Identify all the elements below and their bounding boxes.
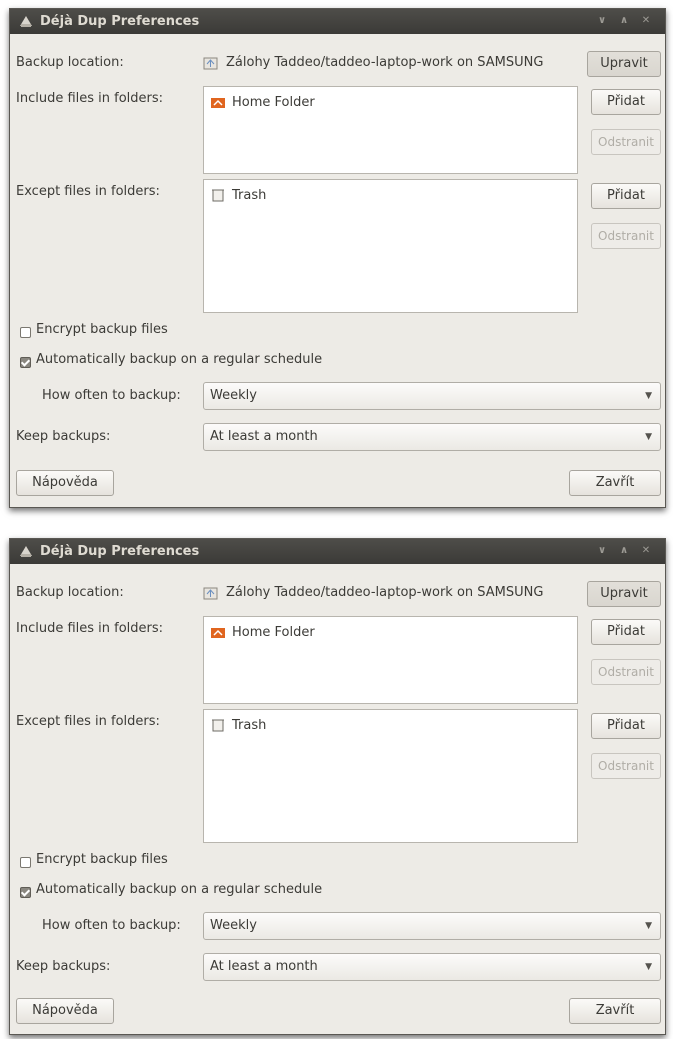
except-remove-button[interactable]: Odstranit [591, 753, 661, 779]
list-item[interactable]: Trash [210, 716, 266, 734]
how-often-combo[interactable]: Weekly ▼ [203, 382, 661, 410]
home-folder-icon [211, 98, 225, 108]
keep-backups-value: At least a month [210, 959, 318, 974]
keep-backups-value: At least a month [210, 429, 318, 444]
list-item[interactable]: Trash [210, 186, 266, 204]
except-folders-label: Except files in folders: [16, 184, 160, 199]
home-folder-icon [211, 628, 225, 638]
list-item-label: Trash [232, 187, 267, 203]
except-add-button[interactable]: Přidat [591, 183, 661, 209]
preferences-window: Déjà Dup Preferences ∨ ∧ ✕ Backup locati… [9, 8, 666, 508]
encrypt-checkbox[interactable] [20, 857, 31, 868]
how-often-label: How often to backup: [42, 388, 181, 403]
include-folders-label: Include files in folders: [16, 621, 164, 636]
auto-backup-label[interactable]: Automatically backup on a regular schedu… [36, 352, 322, 367]
backup-location-label: Backup location: [16, 55, 124, 70]
close-icon[interactable]: ✕ [637, 13, 655, 29]
list-item-label: Home Folder [232, 94, 315, 110]
auto-backup-checkbox[interactable] [20, 357, 31, 368]
backup-location-value: Zálohy Taddeo/taddeo-laptop-work on SAMS… [226, 55, 544, 70]
title-bar[interactable]: Déjà Dup Preferences ∨ ∧ ✕ [10, 539, 665, 564]
title-bar[interactable]: Déjà Dup Preferences ∨ ∧ ✕ [10, 9, 665, 34]
close-icon[interactable]: ✕ [637, 543, 655, 559]
how-often-label: How often to backup: [42, 918, 181, 933]
dropdown-arrow-icon: ▼ [645, 391, 652, 401]
list-item[interactable]: Home Folder [210, 623, 315, 641]
window-title: Déjà Dup Preferences [40, 544, 200, 559]
drive-icon [203, 57, 218, 70]
dropdown-arrow-icon: ▼ [645, 432, 652, 442]
except-remove-button[interactable]: Odstranit [591, 223, 661, 249]
auto-backup-checkbox[interactable] [20, 887, 31, 898]
backup-location-value: Zálohy Taddeo/taddeo-laptop-work on SAMS… [226, 585, 544, 600]
keep-backups-label: Keep backups: [16, 429, 111, 444]
how-often-value: Weekly [210, 388, 257, 403]
include-folders-list[interactable]: Home Folder [203, 616, 578, 704]
maximize-icon[interactable]: ∧ [615, 13, 633, 29]
except-folders-label: Except files in folders: [16, 714, 160, 729]
close-button[interactable]: Zavřít [569, 470, 661, 496]
include-add-button[interactable]: Přidat [591, 619, 661, 645]
deja-dup-icon [20, 16, 32, 27]
keep-backups-combo[interactable]: At least a month ▼ [203, 423, 661, 451]
maximize-icon[interactable]: ∧ [615, 543, 633, 559]
trash-icon [212, 189, 224, 202]
change-location-button[interactable]: Upravit [587, 581, 661, 607]
minimize-icon[interactable]: ∨ [593, 13, 611, 29]
dropdown-arrow-icon: ▼ [645, 962, 652, 972]
window-title: Déjà Dup Preferences [40, 14, 200, 29]
minimize-icon[interactable]: ∨ [593, 543, 611, 559]
include-remove-button[interactable]: Odstranit [591, 129, 661, 155]
include-folders-label: Include files in folders: [16, 91, 164, 106]
auto-backup-label[interactable]: Automatically backup on a regular schedu… [36, 882, 322, 897]
include-remove-button[interactable]: Odstranit [591, 659, 661, 685]
include-add-button[interactable]: Přidat [591, 89, 661, 115]
list-item-label: Home Folder [232, 624, 315, 640]
except-folders-list[interactable]: Trash [203, 179, 578, 313]
help-button[interactable]: Nápověda [16, 470, 114, 496]
how-often-combo[interactable]: Weekly ▼ [203, 912, 661, 940]
include-folders-list[interactable]: Home Folder [203, 86, 578, 174]
change-location-button[interactable]: Upravit [587, 51, 661, 77]
preferences-window: Déjà Dup Preferences ∨ ∧ ✕ Backup locati… [9, 538, 666, 1035]
how-often-value: Weekly [210, 918, 257, 933]
deja-dup-icon [20, 546, 32, 557]
encrypt-label[interactable]: Encrypt backup files [36, 852, 168, 867]
encrypt-label[interactable]: Encrypt backup files [36, 322, 168, 337]
list-item[interactable]: Home Folder [210, 93, 315, 111]
keep-backups-label: Keep backups: [16, 959, 111, 974]
help-button[interactable]: Nápověda [16, 998, 114, 1024]
backup-location-label: Backup location: [16, 585, 124, 600]
drive-icon [203, 587, 218, 600]
list-item-label: Trash [232, 717, 267, 733]
keep-backups-combo[interactable]: At least a month ▼ [203, 953, 661, 981]
close-button[interactable]: Zavřít [569, 998, 661, 1024]
encrypt-checkbox[interactable] [20, 327, 31, 338]
dropdown-arrow-icon: ▼ [645, 921, 652, 931]
trash-icon [212, 719, 224, 732]
except-add-button[interactable]: Přidat [591, 713, 661, 739]
except-folders-list[interactable]: Trash [203, 709, 578, 843]
